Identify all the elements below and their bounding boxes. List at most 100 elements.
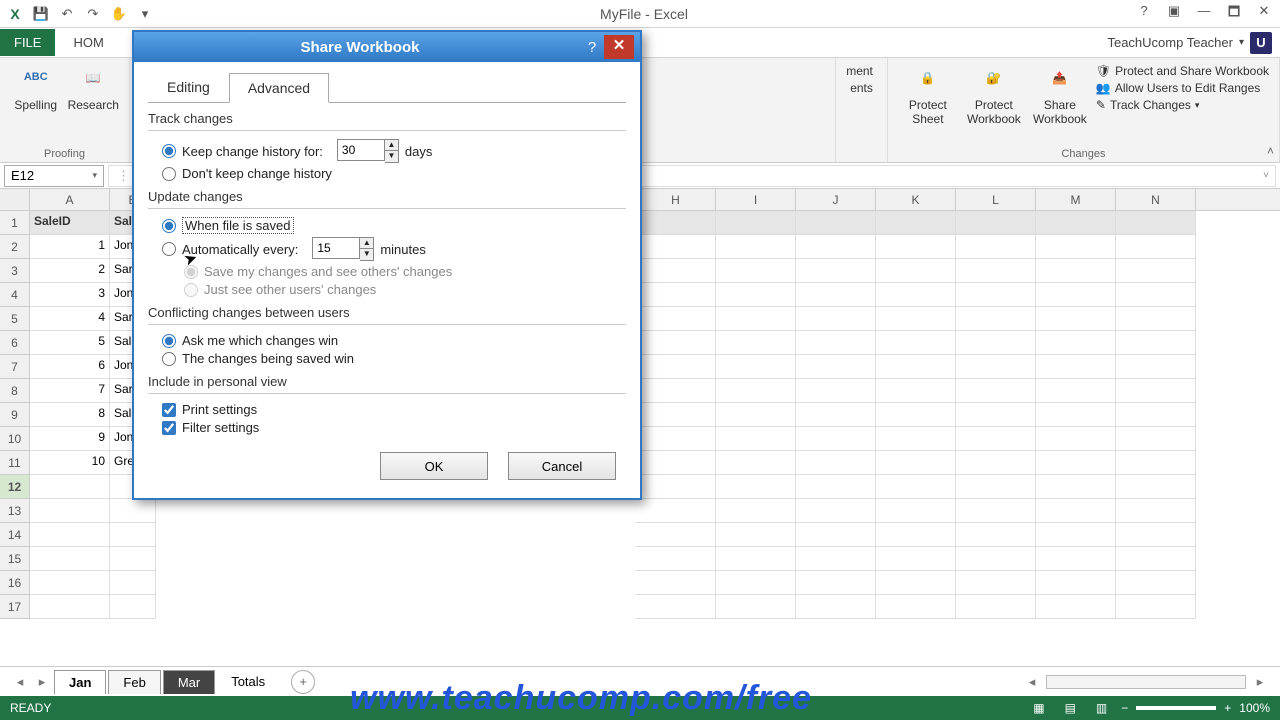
- cell[interactable]: [796, 331, 876, 355]
- cell[interactable]: [716, 283, 796, 307]
- cell[interactable]: [796, 379, 876, 403]
- collapse-ribbon-icon[interactable]: ˄: [1267, 144, 1274, 158]
- sheet-tab-mar[interactable]: Mar: [163, 670, 215, 694]
- cell[interactable]: [1036, 571, 1116, 595]
- cell[interactable]: [1036, 427, 1116, 451]
- cell[interactable]: [1036, 403, 1116, 427]
- cell[interactable]: [636, 523, 716, 547]
- share-workbook-button[interactable]: 📤 Share Workbook: [1030, 62, 1090, 127]
- cell[interactable]: [716, 475, 796, 499]
- cell[interactable]: [956, 427, 1036, 451]
- cell[interactable]: [1116, 403, 1196, 427]
- row-header[interactable]: 2: [0, 235, 30, 259]
- cell[interactable]: [876, 211, 956, 235]
- cell[interactable]: 1: [30, 235, 110, 259]
- cell[interactable]: [636, 571, 716, 595]
- cell[interactable]: [956, 331, 1036, 355]
- cell[interactable]: [636, 547, 716, 571]
- cell[interactable]: [1116, 379, 1196, 403]
- row-header[interactable]: 16: [0, 571, 30, 595]
- cell[interactable]: [876, 523, 956, 547]
- cell[interactable]: [30, 547, 110, 571]
- cell[interactable]: [796, 571, 876, 595]
- cell[interactable]: [110, 547, 156, 571]
- hscroll-left[interactable]: ◂: [1022, 674, 1042, 690]
- cell[interactable]: [796, 283, 876, 307]
- row-header[interactable]: 5: [0, 307, 30, 331]
- cell[interactable]: [30, 475, 110, 499]
- cell[interactable]: [956, 451, 1036, 475]
- cell[interactable]: [1116, 451, 1196, 475]
- cell[interactable]: [1036, 595, 1116, 619]
- cell[interactable]: [636, 211, 716, 235]
- cell[interactable]: [716, 307, 796, 331]
- cell[interactable]: [636, 331, 716, 355]
- cell[interactable]: [1036, 547, 1116, 571]
- cell[interactable]: [876, 547, 956, 571]
- radio-auto-every[interactable]: [162, 242, 176, 256]
- cell[interactable]: [956, 283, 1036, 307]
- protect-workbook-button[interactable]: 🔐 Protect Workbook: [964, 62, 1024, 127]
- save-icon[interactable]: 💾: [32, 5, 50, 23]
- cell[interactable]: [716, 427, 796, 451]
- cell[interactable]: 8: [30, 403, 110, 427]
- cell[interactable]: [636, 379, 716, 403]
- cell[interactable]: 9: [30, 427, 110, 451]
- cell[interactable]: [796, 307, 876, 331]
- cell[interactable]: [796, 499, 876, 523]
- cell[interactable]: [1036, 499, 1116, 523]
- input-minutes[interactable]: [312, 237, 360, 259]
- select-all-corner[interactable]: [0, 189, 30, 210]
- cell[interactable]: [636, 355, 716, 379]
- cell[interactable]: [876, 475, 956, 499]
- cell[interactable]: [1036, 211, 1116, 235]
- cell[interactable]: [1116, 499, 1196, 523]
- col-header[interactable]: I: [716, 189, 796, 210]
- cell[interactable]: [876, 499, 956, 523]
- row-header[interactable]: 1: [0, 211, 30, 235]
- cell[interactable]: SaleID: [30, 211, 110, 235]
- cell[interactable]: [110, 595, 156, 619]
- cell[interactable]: [716, 499, 796, 523]
- cell[interactable]: [956, 547, 1036, 571]
- row-header[interactable]: 13: [0, 499, 30, 523]
- close-window-icon[interactable]: ✕: [1254, 3, 1274, 25]
- cell[interactable]: [1116, 211, 1196, 235]
- row-header[interactable]: 12: [0, 475, 30, 499]
- cell[interactable]: [876, 235, 956, 259]
- row-header[interactable]: 14: [0, 523, 30, 547]
- row-header[interactable]: 6: [0, 331, 30, 355]
- row-header[interactable]: 11: [0, 451, 30, 475]
- view-normal-icon[interactable]: ▦: [1027, 701, 1050, 715]
- check-filter[interactable]: [162, 421, 176, 435]
- cell[interactable]: [956, 523, 1036, 547]
- spinner-days[interactable]: ▲▼: [385, 139, 399, 163]
- name-box[interactable]: E12▾: [4, 165, 104, 187]
- cell[interactable]: [956, 259, 1036, 283]
- cell[interactable]: [636, 403, 716, 427]
- cell[interactable]: [636, 427, 716, 451]
- cell[interactable]: [876, 571, 956, 595]
- cell[interactable]: [796, 403, 876, 427]
- cell[interactable]: [636, 499, 716, 523]
- cell[interactable]: [956, 499, 1036, 523]
- view-pagebreak-icon[interactable]: ▥: [1090, 701, 1113, 715]
- cell[interactable]: [1116, 571, 1196, 595]
- undo-icon[interactable]: ↶: [58, 5, 76, 23]
- radio-keep-history[interactable]: [162, 144, 176, 158]
- cell[interactable]: 4: [30, 307, 110, 331]
- signin-label[interactable]: TeachUcomp Teacher: [1107, 35, 1233, 50]
- cell[interactable]: [956, 307, 1036, 331]
- dialog-help-icon[interactable]: ?: [580, 39, 604, 56]
- cell[interactable]: [876, 355, 956, 379]
- sheet-nav-next[interactable]: ▸: [32, 674, 52, 690]
- col-header[interactable]: L: [956, 189, 1036, 210]
- protect-sheet-button[interactable]: 🔒 Protect Sheet: [898, 62, 958, 127]
- cell[interactable]: 10: [30, 451, 110, 475]
- zoom-out-icon[interactable]: −: [1121, 701, 1128, 715]
- cell[interactable]: [1116, 259, 1196, 283]
- cell[interactable]: [636, 307, 716, 331]
- sheet-tab-totals[interactable]: Totals: [217, 670, 279, 693]
- zoom-slider[interactable]: [1136, 706, 1216, 710]
- cell[interactable]: [1036, 307, 1116, 331]
